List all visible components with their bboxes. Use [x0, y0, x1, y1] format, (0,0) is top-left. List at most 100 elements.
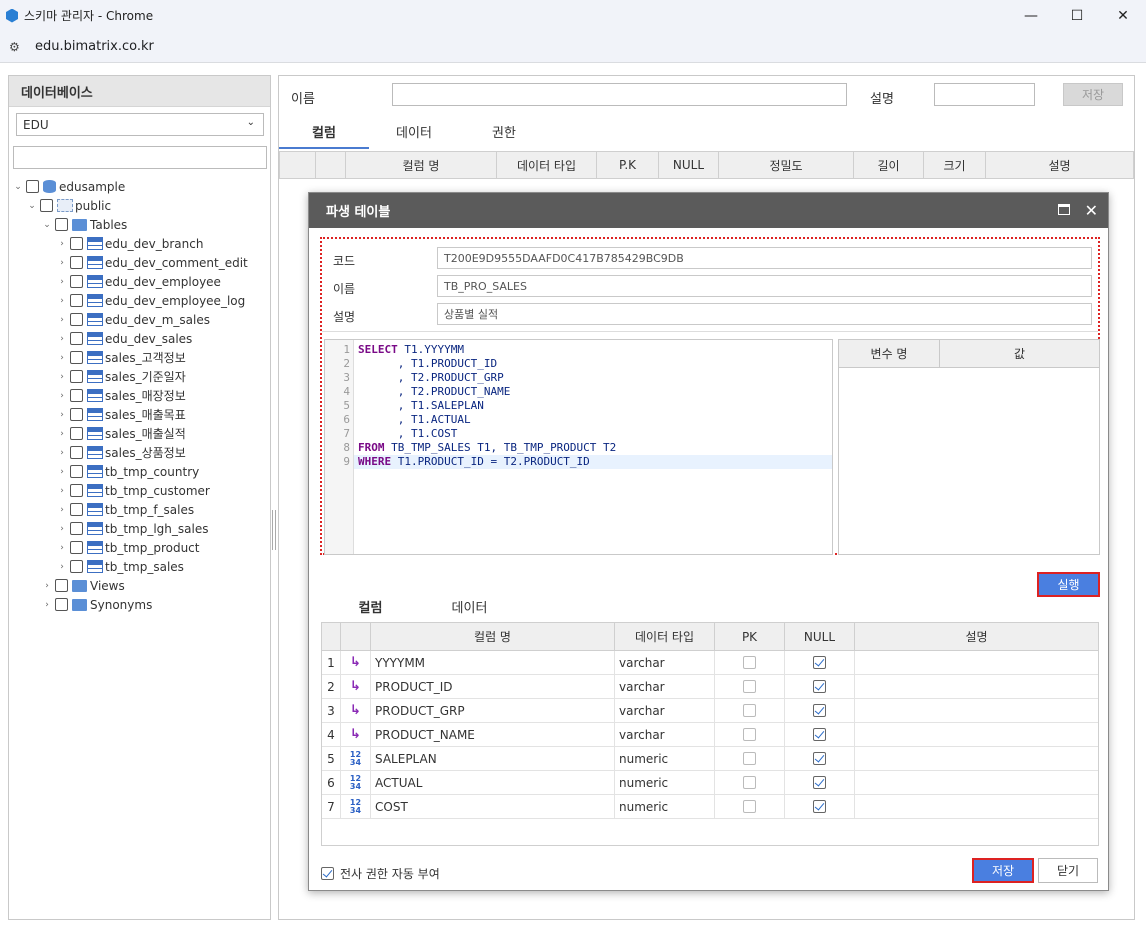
maximize-button[interactable]: ☐ — [1054, 0, 1100, 31]
tree-checkbox[interactable] — [70, 446, 83, 459]
null-checkbox[interactable] — [813, 728, 826, 741]
tree-node-table[interactable]: › edu_dev_comment_edit — [57, 253, 248, 272]
maximize-icon[interactable] — [1058, 204, 1070, 215]
table-row[interactable]: 6 12 34 ACTUAL numeric — [322, 771, 1098, 795]
chevron-right-icon[interactable]: › — [57, 543, 67, 553]
description-cell[interactable] — [855, 747, 1098, 770]
description-cell[interactable] — [855, 723, 1098, 746]
description-cell[interactable] — [855, 795, 1098, 818]
col-header-precision[interactable]: 정밀도 — [719, 152, 854, 178]
minimize-button[interactable]: — — [1008, 0, 1054, 31]
description-cell[interactable] — [855, 699, 1098, 722]
auto-grant-checkbox[interactable] — [321, 867, 334, 880]
description-cell[interactable] — [855, 651, 1098, 674]
data-type-cell[interactable]: numeric — [615, 771, 715, 794]
tree-checkbox[interactable] — [70, 560, 83, 573]
chevron-down-icon[interactable]: ⌄ — [13, 182, 23, 192]
close-window-button[interactable]: ✕ — [1100, 0, 1146, 31]
pk-checkbox[interactable] — [743, 752, 756, 765]
col-header-description[interactable]: 설명 — [986, 152, 1133, 178]
column-name-cell[interactable]: PRODUCT_ID — [371, 675, 615, 698]
column-name-cell[interactable]: YYYYMM — [371, 651, 615, 674]
tree-node-table[interactable]: › tb_tmp_product — [57, 538, 199, 557]
grid-header-description[interactable]: 설명 — [855, 623, 1098, 650]
tree-node-table[interactable]: › edu_dev_sales — [57, 329, 192, 348]
chevron-right-icon[interactable]: › — [57, 486, 67, 496]
url-text[interactable]: edu.bimatrix.co.kr — [35, 39, 154, 54]
chevron-down-icon[interactable]: ⌄ — [27, 201, 37, 211]
chevron-right-icon[interactable]: › — [42, 600, 52, 610]
tree-checkbox[interactable] — [70, 332, 83, 345]
save-button-disabled[interactable]: 저장 — [1063, 83, 1123, 106]
chevron-right-icon[interactable]: › — [57, 277, 67, 287]
null-checkbox[interactable] — [813, 656, 826, 669]
column-name-cell[interactable]: COST — [371, 795, 615, 818]
tree-checkbox[interactable] — [70, 503, 83, 516]
col-header-length[interactable]: 길이 — [854, 152, 924, 178]
grid-header-column-name[interactable]: 컬럼 명 — [371, 623, 615, 650]
tree-node-tables[interactable]: ⌄ Tables — [42, 215, 127, 234]
chevron-right-icon[interactable]: › — [57, 315, 67, 325]
table-row[interactable]: 7 12 34 COST numeric — [322, 795, 1098, 819]
tree-node-table[interactable]: › sales_상품정보 — [57, 443, 186, 462]
col-header-name[interactable]: 컬럼 명 — [346, 152, 497, 178]
description-field[interactable]: 상품별 실적 — [437, 303, 1092, 325]
tree-node-table[interactable]: › tb_tmp_sales — [57, 557, 184, 576]
tree-checkbox[interactable] — [70, 427, 83, 440]
tree-node-table[interactable]: › edu_dev_m_sales — [57, 310, 210, 329]
null-checkbox[interactable] — [813, 800, 826, 813]
chevron-right-icon[interactable]: › — [57, 258, 67, 268]
tab-data[interactable]: 데이터 — [369, 122, 459, 149]
tree-node-table[interactable]: › edu_dev_employee — [57, 272, 221, 291]
chevron-right-icon[interactable]: › — [42, 581, 52, 591]
var-header-name[interactable]: 변수 명 — [839, 340, 940, 367]
tree-node-table[interactable]: › sales_매출목표 — [57, 405, 186, 424]
col-header-type[interactable]: 데이터 타입 — [497, 152, 597, 178]
pk-checkbox[interactable] — [743, 680, 756, 693]
pk-checkbox[interactable] — [743, 704, 756, 717]
data-type-cell[interactable]: varchar — [615, 723, 715, 746]
null-checkbox[interactable] — [813, 704, 826, 717]
chevron-right-icon[interactable]: › — [57, 429, 67, 439]
tree-search-input[interactable] — [13, 146, 267, 169]
name-input[interactable] — [392, 83, 847, 106]
column-name-cell[interactable]: PRODUCT_NAME — [371, 723, 615, 746]
chevron-right-icon[interactable]: › — [57, 467, 67, 477]
tree-checkbox[interactable] — [55, 218, 68, 231]
column-name-cell[interactable]: ACTUAL — [371, 771, 615, 794]
chevron-right-icon[interactable]: › — [57, 562, 67, 572]
chevron-right-icon[interactable]: › — [57, 334, 67, 344]
chevron-right-icon[interactable]: › — [57, 391, 67, 401]
tab-permissions[interactable]: 권한 — [459, 122, 549, 149]
data-type-cell[interactable]: numeric — [615, 795, 715, 818]
data-type-cell[interactable]: varchar — [615, 651, 715, 674]
tree-checkbox[interactable] — [70, 313, 83, 326]
grid-header-data-type[interactable]: 데이터 타입 — [615, 623, 715, 650]
grid-header-pk[interactable]: PK — [715, 623, 785, 650]
tree-checkbox[interactable] — [70, 465, 83, 478]
tree-checkbox[interactable] — [70, 237, 83, 250]
column-name-cell[interactable]: SALEPLAN — [371, 747, 615, 770]
description-cell[interactable] — [855, 771, 1098, 794]
tree-checkbox[interactable] — [70, 275, 83, 288]
tree-node-table[interactable]: › edu_dev_branch — [57, 234, 203, 253]
tree-node-synonyms[interactable]: › Synonyms — [42, 595, 152, 614]
tree-checkbox[interactable] — [70, 351, 83, 364]
tree-node-table[interactable]: › sales_매출실적 — [57, 424, 186, 443]
tree-checkbox[interactable] — [70, 541, 83, 554]
tab-columns[interactable]: 컬럼 — [279, 122, 369, 149]
tree-node-table[interactable]: › sales_매장정보 — [57, 386, 186, 405]
table-row[interactable]: 1 ↳ YYYYMM varchar — [322, 651, 1098, 675]
table-row[interactable]: 3 ↳ PRODUCT_GRP varchar — [322, 699, 1098, 723]
var-header-value[interactable]: 값 — [940, 340, 1099, 367]
table-row[interactable]: 5 12 34 SALEPLAN numeric — [322, 747, 1098, 771]
col-header-null[interactable]: NULL — [659, 152, 719, 178]
auto-grant-option[interactable]: 전사 권한 자동 부여 — [321, 865, 440, 882]
tree-checkbox[interactable] — [70, 389, 83, 402]
pk-checkbox[interactable] — [743, 728, 756, 741]
tree-checkbox[interactable] — [55, 598, 68, 611]
column-name-cell[interactable]: PRODUCT_GRP — [371, 699, 615, 722]
tree-node-table[interactable]: › tb_tmp_country — [57, 462, 199, 481]
save-button[interactable]: 저장 — [972, 858, 1034, 883]
null-checkbox[interactable] — [813, 680, 826, 693]
